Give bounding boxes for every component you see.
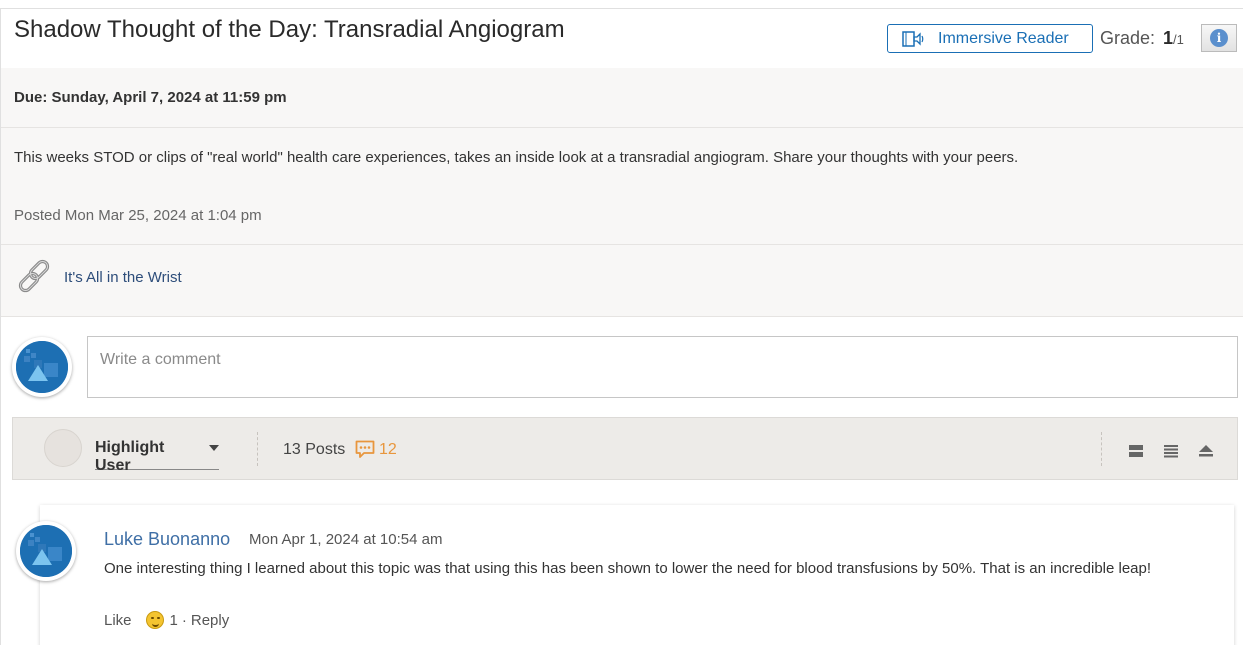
topic-description: This weeks STOD or clips of "real world"… bbox=[14, 149, 1019, 166]
divider bbox=[1, 127, 1243, 128]
expand-view-icon[interactable] bbox=[1126, 442, 1146, 460]
highlight-user-label: Highlight User bbox=[95, 439, 165, 474]
post-body: One interesting thing I learned about th… bbox=[104, 560, 1152, 577]
info-button[interactable]: i bbox=[1201, 24, 1237, 52]
list-view-icon[interactable] bbox=[1161, 442, 1181, 460]
chain-link-icon[interactable] bbox=[16, 256, 56, 296]
replies-count: 12 bbox=[355, 440, 397, 459]
posted-date: Posted Mon Mar 25, 2024 at 1:04 pm bbox=[14, 207, 262, 224]
immersive-reader-button[interactable]: Immersive Reader bbox=[887, 24, 1093, 53]
collapse-view-icon[interactable] bbox=[1196, 442, 1216, 460]
grade-total: /1 bbox=[1173, 32, 1184, 47]
immersive-reader-label: Immersive Reader bbox=[938, 29, 1069, 47]
post-author-avatar bbox=[16, 521, 76, 581]
highlight-user-avatar bbox=[44, 429, 82, 467]
reader-speaker-icon bbox=[902, 30, 924, 47]
comment-input[interactable]: Write a comment bbox=[87, 336, 1238, 398]
grade-value: 1 bbox=[1163, 28, 1174, 48]
action-separator: · bbox=[181, 611, 187, 629]
posts-count: 13 Posts bbox=[283, 441, 346, 458]
avatar-image bbox=[20, 525, 72, 577]
post-date: Mon Apr 1, 2024 at 10:54 am bbox=[249, 531, 443, 548]
like-count: 1 bbox=[169, 611, 178, 629]
grade: Grade: 1/1 bbox=[1100, 28, 1184, 49]
page-title: Shadow Thought of the Day: Transradial A… bbox=[14, 16, 565, 43]
divider bbox=[1, 244, 1243, 245]
avatar bbox=[12, 337, 72, 397]
divider bbox=[1101, 432, 1102, 466]
avatar-image bbox=[16, 341, 68, 393]
speech-bubble-icon bbox=[355, 440, 375, 458]
due-date: Due: Sunday, April 7, 2024 at 11:59 pm bbox=[14, 89, 287, 106]
reply-button[interactable]: Reply bbox=[191, 612, 229, 629]
discussion-toolbar: Highlight User 13 Posts 12 bbox=[12, 417, 1238, 480]
grade-label: Grade: bbox=[1100, 28, 1156, 48]
post-actions: Like 1 · Reply bbox=[104, 611, 229, 629]
like-button[interactable]: Like bbox=[104, 612, 132, 629]
view-mode-controls bbox=[1126, 442, 1216, 460]
divider bbox=[1, 316, 1243, 317]
smiley-icon bbox=[145, 611, 164, 629]
post-author[interactable]: Luke Buonanno bbox=[104, 529, 230, 550]
divider bbox=[257, 432, 258, 466]
info-icon: i bbox=[1210, 29, 1228, 47]
topic-link[interactable]: It's All in the Wrist bbox=[64, 269, 182, 286]
highlight-user-dropdown[interactable]: Highlight User bbox=[95, 439, 219, 474]
chevron-down-icon bbox=[209, 445, 219, 451]
replies-count-value: 12 bbox=[379, 440, 397, 458]
